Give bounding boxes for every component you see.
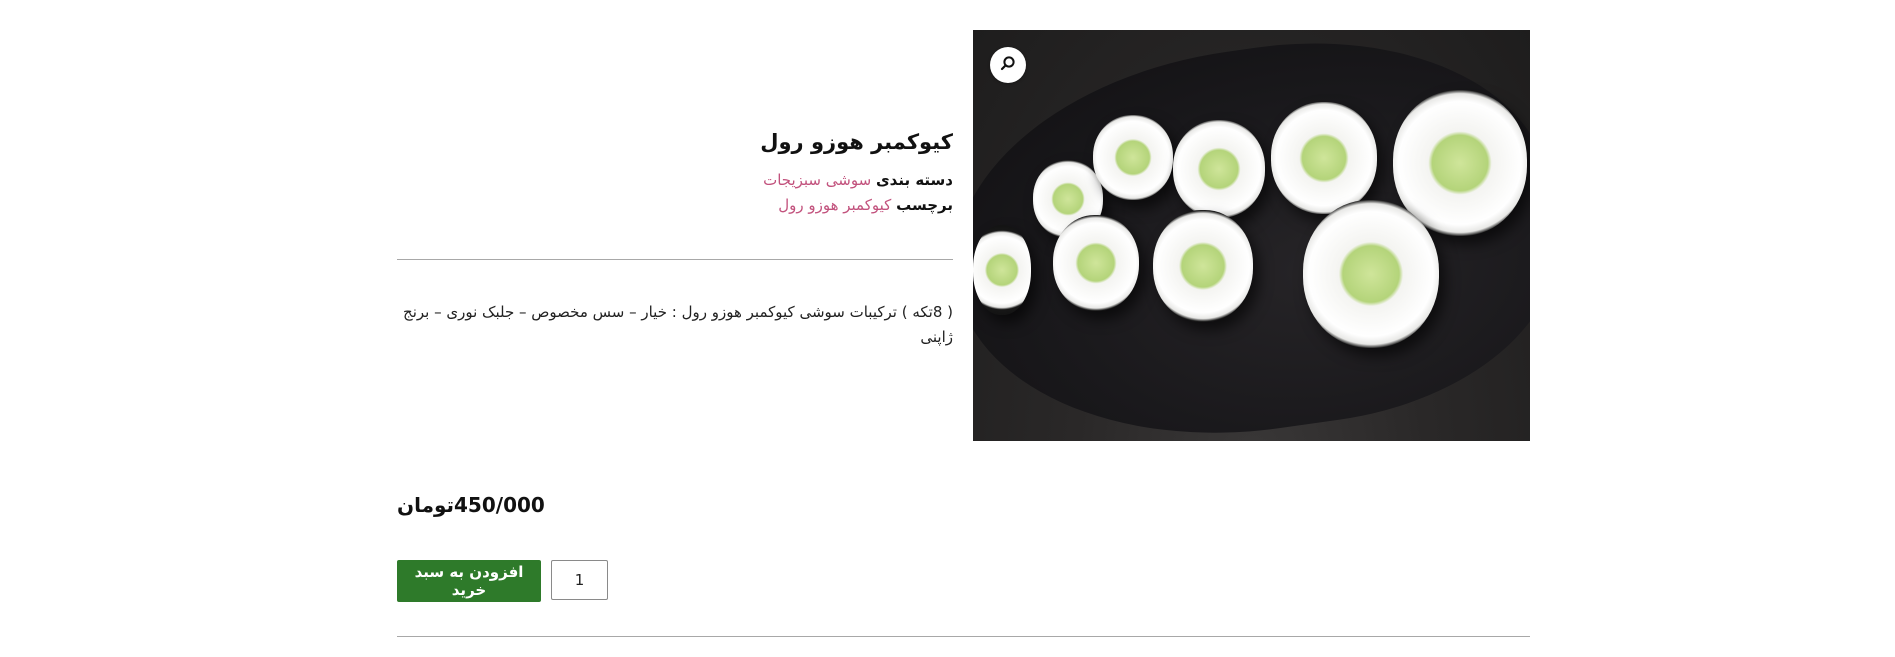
product-image[interactable] bbox=[973, 30, 1530, 441]
quantity-input[interactable] bbox=[551, 560, 608, 600]
tag-label: برچسب bbox=[896, 196, 953, 214]
product-price: 450/000تومان bbox=[397, 493, 545, 517]
sushi-roll bbox=[1153, 210, 1253, 322]
product-tag: برچسب کیوکمبر هوزو رول bbox=[397, 193, 953, 218]
sushi-roll bbox=[1303, 200, 1439, 348]
category-label: دسته بندی bbox=[875, 171, 953, 189]
category-link[interactable]: سوشی سبزیجات bbox=[763, 171, 871, 189]
bottom-divider bbox=[397, 636, 1530, 637]
sushi-roll bbox=[1053, 215, 1139, 311]
zoom-button[interactable] bbox=[990, 47, 1026, 83]
add-to-cart-button[interactable]: افزودن به سبد خرید bbox=[397, 560, 541, 602]
sushi-roll bbox=[1271, 102, 1377, 214]
product-page: کیوکمبر هوزو رول دسته بندی سوشی سبزیجات … bbox=[0, 0, 1895, 657]
product-summary: کیوکمبر هوزو رول دسته بندی سوشی سبزیجات … bbox=[397, 130, 953, 218]
sushi-roll bbox=[1173, 120, 1265, 218]
sushi-roll bbox=[1093, 115, 1173, 200]
product-description: ( 8تکه ) ترکیبات سوشی کیوکمبر هوزو رول :… bbox=[403, 303, 953, 346]
product-title: کیوکمبر هوزو رول bbox=[760, 130, 953, 154]
tag-link[interactable]: کیوکمبر هوزو رول bbox=[778, 196, 891, 214]
product-category: دسته بندی سوشی سبزیجات bbox=[397, 168, 953, 193]
sushi-roll bbox=[973, 225, 1031, 315]
search-zoom-icon bbox=[1000, 55, 1016, 75]
summary-divider bbox=[397, 259, 953, 260]
